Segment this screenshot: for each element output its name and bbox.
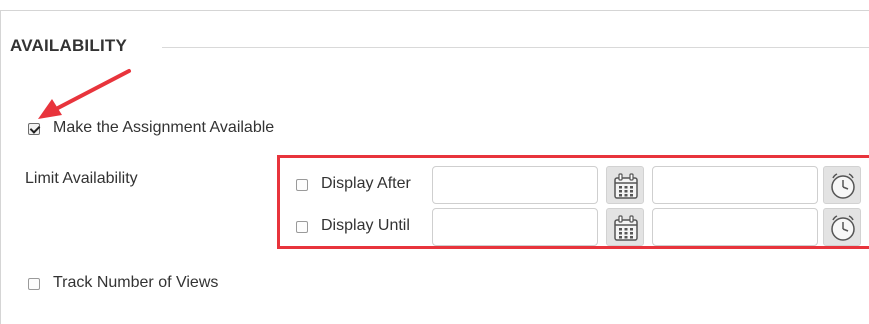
section-title: AVAILABILITY — [10, 36, 127, 55]
clock-icon — [831, 215, 855, 241]
display-until-time-input[interactable] — [652, 208, 818, 246]
make-available-checkbox[interactable] — [28, 123, 40, 135]
limit-availability-label: Limit Availability — [25, 170, 138, 187]
panel-border-left — [0, 10, 1, 324]
calendar-icon — [614, 173, 638, 199]
display-after-date-picker-button[interactable] — [606, 166, 644, 204]
make-available-label: Make the Assignment Available — [53, 119, 275, 136]
display-until-date-picker-button[interactable] — [606, 208, 644, 246]
display-until-date-input[interactable] — [432, 208, 598, 246]
calendar-icon — [614, 215, 638, 241]
display-after-time-input[interactable] — [652, 166, 818, 204]
display-until-label: Display Until — [321, 217, 410, 234]
track-views-checkbox[interactable] — [28, 278, 40, 290]
display-after-date-input[interactable] — [432, 166, 598, 204]
display-after-checkbox[interactable] — [296, 179, 308, 191]
annotation-arrow-icon — [38, 69, 131, 119]
display-after-label: Display After — [321, 175, 411, 192]
panel-border — [0, 10, 869, 11]
track-views-label: Track Number of Views — [53, 274, 219, 291]
display-until-time-picker-button[interactable] — [823, 208, 861, 246]
clock-icon — [831, 173, 855, 199]
display-after-time-picker-button[interactable] — [823, 166, 861, 204]
display-until-checkbox[interactable] — [296, 221, 308, 233]
section-divider — [162, 47, 869, 48]
